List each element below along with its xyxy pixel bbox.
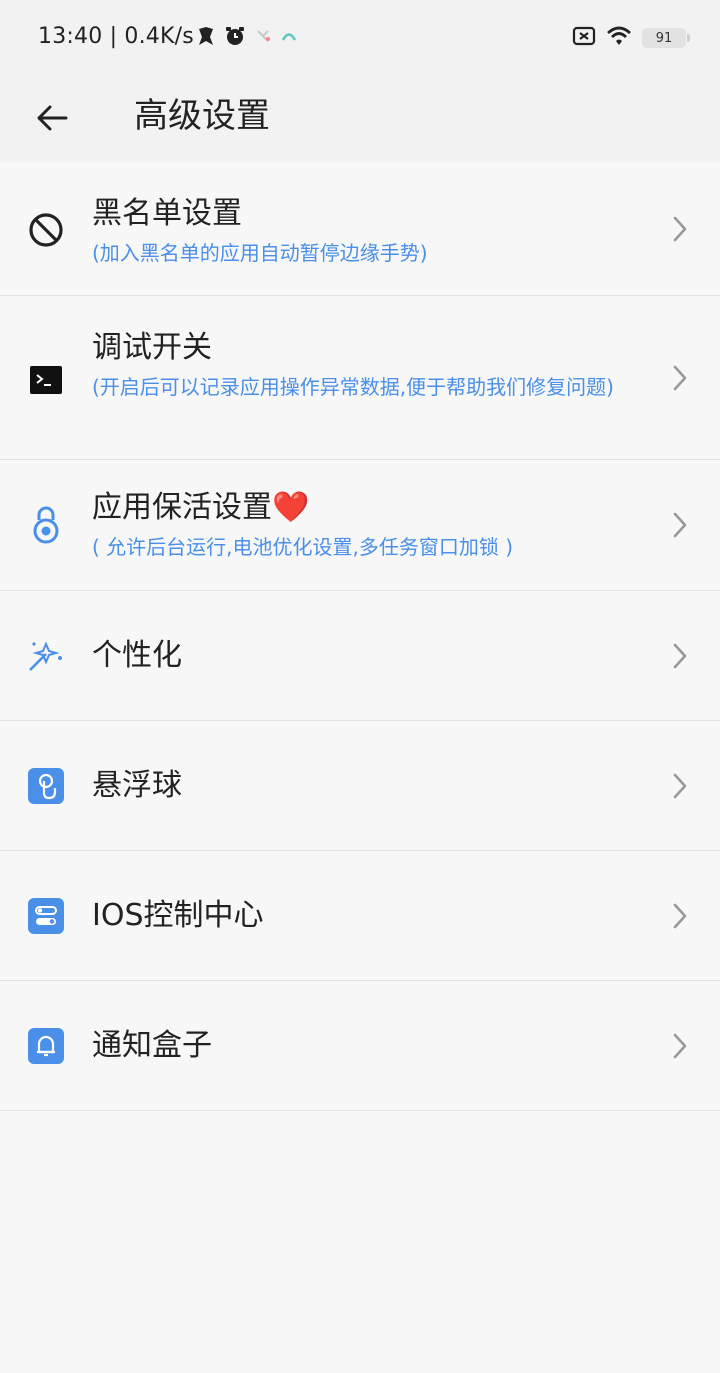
list-item-debug-switch[interactable]: 调试开关 (开启后可以记录应用操作异常数据,便于帮助我们修复问题) xyxy=(0,296,720,460)
list-item-personalization[interactable]: 个性化 xyxy=(0,591,720,721)
page-title: 高级设置 xyxy=(134,96,270,136)
item-title: 应用保活设置 xyxy=(92,490,272,525)
status-bar: 13:40 | 0.4K/s 91 xyxy=(0,0,720,78)
item-title: 悬浮球 xyxy=(92,768,182,803)
item-title: 个性化 xyxy=(92,638,182,673)
alarm-icon xyxy=(224,25,246,51)
toolbar: 高级设置 xyxy=(0,78,720,162)
block-icon xyxy=(26,210,66,250)
battery-icon: 91 xyxy=(642,28,690,48)
list-item-ios-control-center[interactable]: IOS控制中心 xyxy=(0,851,720,981)
status-right-icons: 91 xyxy=(572,24,690,52)
chevron-right-icon xyxy=(670,509,690,541)
chevron-right-icon xyxy=(670,1030,690,1062)
item-title: 调试开关 xyxy=(92,330,212,365)
back-arrow-icon xyxy=(37,105,68,131)
chevron-right-icon xyxy=(670,213,690,245)
item-description: ( 允许后台运行,电池优化设置,多任务窗口加锁 ) xyxy=(92,535,514,559)
settings-list: 黑名单设置 (加入黑名单的应用自动暂停边缘手势) 调试开关 (开启后可以记录应用… xyxy=(0,162,720,1111)
sim-icon xyxy=(572,26,596,50)
list-item-blacklist[interactable]: 黑名单设置 (加入黑名单的应用自动暂停边缘手势) xyxy=(0,162,720,296)
sparkle-wand-icon xyxy=(26,636,66,676)
list-item-notification-box[interactable]: 通知盒子 xyxy=(0,981,720,1111)
control-center-icon xyxy=(26,896,66,936)
chevron-right-icon xyxy=(670,640,690,672)
item-title: 通知盒子 xyxy=(92,1028,212,1063)
heart-emoji: ❤️ xyxy=(272,490,310,525)
notification-icon xyxy=(196,25,216,51)
item-description: (加入黑名单的应用自动暂停边缘手势) xyxy=(92,241,428,265)
floating-ball-icon xyxy=(26,766,66,806)
notification-box-icon xyxy=(26,1026,66,1066)
terminal-icon xyxy=(26,360,66,400)
app-icon xyxy=(280,27,298,49)
item-description: (开启后可以记录应用操作异常数据,便于帮助我们修复问题) xyxy=(92,375,614,399)
status-time-speed: 13:40 | 0.4K/s xyxy=(38,24,194,49)
item-title: IOS控制中心 xyxy=(92,898,264,933)
chevron-right-icon xyxy=(670,770,690,802)
wifi-icon xyxy=(606,25,632,51)
item-title: 黑名单设置 xyxy=(92,196,242,231)
back-button[interactable] xyxy=(28,94,76,142)
chevron-right-icon xyxy=(670,362,690,394)
advanced-settings-screen: 13:40 | 0.4K/s 91 高级设置 黑名单设置 (加入黑名单的应用自动… xyxy=(0,0,720,1373)
chevron-right-icon xyxy=(670,900,690,932)
list-item-keep-alive[interactable]: 应用保活设置❤️ ( 允许后台运行,电池优化设置,多任务窗口加锁 ) xyxy=(0,460,720,591)
lock-icon xyxy=(26,504,66,544)
list-item-floating-ball[interactable]: 悬浮球 xyxy=(0,721,720,851)
app-icon xyxy=(254,27,272,49)
status-left-icons xyxy=(196,24,298,52)
